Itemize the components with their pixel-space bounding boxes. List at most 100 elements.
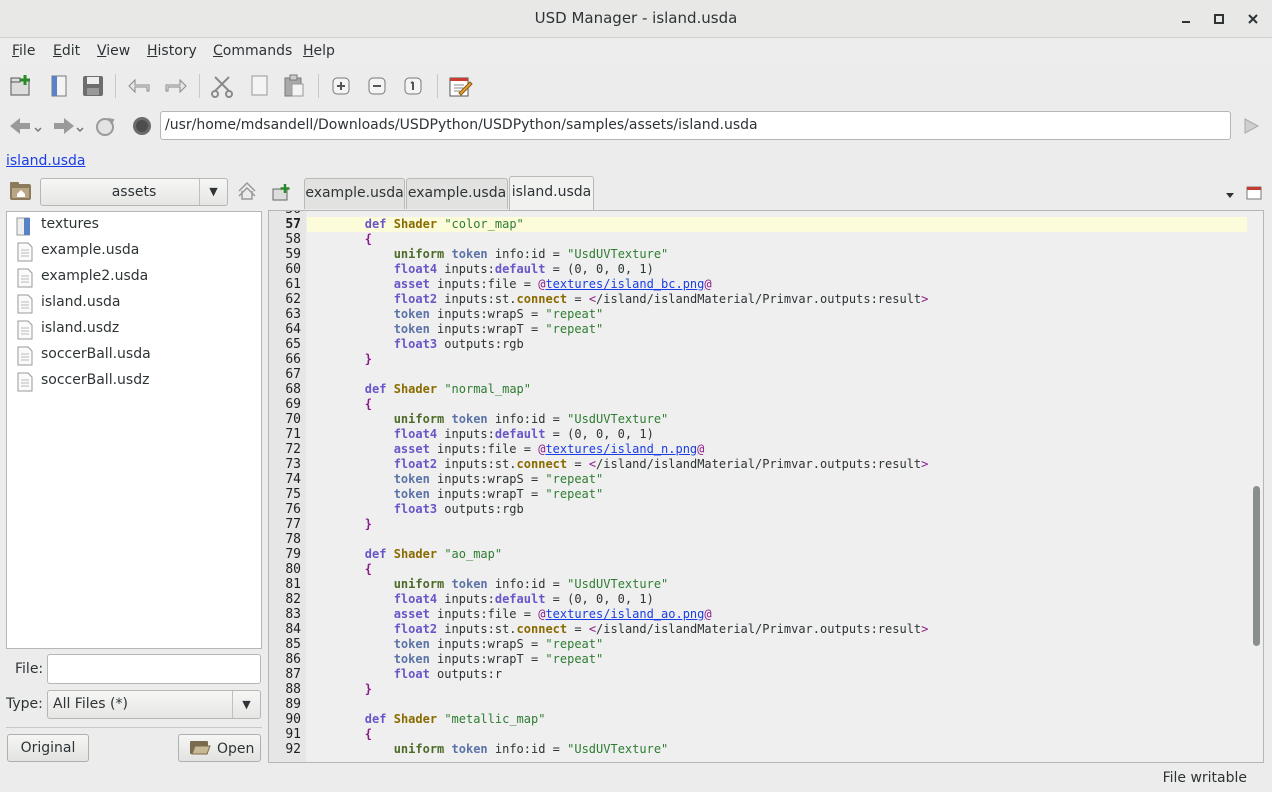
code-line[interactable]: 86 token inputs:wrapT = "repeat" (269, 652, 1247, 667)
list-item[interactable]: island.usdz (13, 317, 259, 343)
original-button[interactable]: Original (7, 734, 89, 762)
line-code: token inputs:wrapS = "repeat" (393, 472, 604, 486)
line-number: 59 (285, 247, 301, 262)
directory-select[interactable]: assets ▼ (40, 178, 228, 206)
undo-icon[interactable] (127, 73, 153, 99)
address-input[interactable]: /usr/home/mdsandell/Downloads/USDPython/… (160, 111, 1231, 140)
back-icon[interactable] (8, 116, 42, 138)
open-file-icon[interactable] (47, 73, 73, 99)
code-line[interactable]: 64 token inputs:wrapT = "repeat" (269, 322, 1247, 337)
save-icon[interactable] (80, 73, 106, 99)
list-item[interactable]: example.usda (13, 239, 259, 265)
tab-example-usda-2[interactable]: example.usda (406, 178, 508, 209)
edit-icon[interactable] (447, 73, 473, 99)
code-line[interactable]: 75 token inputs:wrapT = "repeat" (269, 487, 1247, 502)
code-line[interactable]: 91 { (269, 727, 1247, 742)
maximize-icon[interactable] (1208, 8, 1230, 30)
file-type-select[interactable]: All Files (*) ▼ (47, 690, 261, 719)
code-line[interactable]: 61 asset inputs:file = @textures/island_… (269, 277, 1247, 292)
menu-history[interactable]: History (147, 43, 197, 59)
close-icon[interactable] (1242, 8, 1264, 30)
line-number: 62 (285, 292, 301, 307)
parent-directory-icon[interactable] (236, 180, 258, 202)
code-line[interactable]: 72 asset inputs:file = @textures/island_… (269, 442, 1247, 457)
minimize-icon[interactable] (1175, 8, 1197, 30)
list-item[interactable]: soccerBall.usdz (13, 369, 259, 395)
code-line[interactable]: 59 uniform token info:id = "UsdUVTexture… (269, 247, 1247, 262)
tab-list-chevron-icon[interactable] (1224, 188, 1236, 198)
tab-island-usda[interactable]: island.usda (509, 176, 594, 210)
open-button-label: Open (217, 741, 255, 757)
code-line[interactable]: 67 (269, 367, 1247, 382)
code-line[interactable]: 80 { (269, 562, 1247, 577)
line-number: 80 (285, 562, 301, 577)
close-tab-icon[interactable] (1245, 184, 1263, 202)
scrollbar-thumb[interactable] (1253, 486, 1260, 646)
code-line[interactable]: 73 float2 inputs:st.connect = </island/i… (269, 457, 1247, 472)
code-line[interactable]: 92 uniform token info:id = "UsdUVTexture… (269, 742, 1247, 757)
zoom-in-icon[interactable] (328, 73, 354, 99)
code-line[interactable]: 68 def Shader "normal_map" (269, 382, 1247, 397)
code-line[interactable]: 57 def Shader "color_map" (269, 217, 1247, 232)
zoom-out-icon[interactable] (364, 73, 390, 99)
go-icon[interactable] (1241, 116, 1261, 138)
code-line[interactable]: 85 token inputs:wrapS = "repeat" (269, 637, 1247, 652)
forward-icon[interactable] (50, 116, 84, 138)
code-line[interactable]: 60 float4 inputs:default = (0, 0, 0, 1) (269, 262, 1247, 277)
line-number: 56 (269, 211, 301, 217)
code-line[interactable]: 89 (269, 697, 1247, 712)
new-tab-icon[interactable] (8, 73, 34, 99)
directory-label: assets (111, 184, 157, 200)
list-item[interactable]: example2.usda (13, 265, 259, 291)
menu-help[interactable]: Help (303, 43, 335, 59)
copy-icon[interactable] (246, 73, 272, 99)
code-line[interactable]: 90 def Shader "metallic_map" (269, 712, 1247, 727)
code-line[interactable]: 78 (269, 532, 1247, 547)
code-line[interactable]: 56 (269, 211, 1247, 217)
menu-edit[interactable]: Edit (53, 43, 80, 59)
code-line[interactable]: 83 asset inputs:file = @textures/island_… (269, 607, 1247, 622)
breadcrumb[interactable]: island.usda (6, 153, 86, 169)
tab-example-usda[interactable]: example.usda (304, 178, 405, 209)
refresh-icon[interactable] (94, 116, 116, 138)
code-editor[interactable]: 56 57 def Shader "color_map"58 {59 unifo… (268, 210, 1264, 763)
code-line[interactable]: 62 float2 inputs:st.connect = </island/i… (269, 292, 1247, 307)
code-line[interactable]: 84 float2 inputs:st.connect = </island/i… (269, 622, 1247, 637)
list-item[interactable]: soccerBall.usda (13, 343, 259, 369)
code-line[interactable]: 69 { (269, 397, 1247, 412)
file-name-input[interactable] (47, 654, 261, 684)
code-line[interactable]: 63 token inputs:wrapS = "repeat" (269, 307, 1247, 322)
stop-icon[interactable] (131, 116, 153, 138)
code-line[interactable]: 77 } (269, 517, 1247, 532)
menu-file[interactable]: File (12, 43, 35, 59)
menu-commands[interactable]: Commands (213, 43, 292, 59)
code-line[interactable]: 58 { (269, 232, 1247, 247)
list-item[interactable]: textures (13, 213, 259, 239)
code-line[interactable]: 66 } (269, 352, 1247, 367)
code-line[interactable]: 65 float3 outputs:rgb (269, 337, 1247, 352)
pane-splitter[interactable] (263, 176, 267, 770)
code-line[interactable]: 74 token inputs:wrapS = "repeat" (269, 472, 1247, 487)
list-item[interactable]: island.usda (13, 291, 259, 317)
zoom-reset-icon[interactable] (400, 73, 426, 99)
toolbar-separator (437, 74, 438, 98)
code-line[interactable]: 76 float3 outputs:rgb (269, 502, 1247, 517)
paste-icon[interactable] (281, 73, 307, 99)
code-line[interactable]: 82 float4 inputs:default = (0, 0, 0, 1) (269, 592, 1247, 607)
type-label: Type: (6, 696, 43, 712)
home-folder-icon[interactable] (9, 180, 33, 202)
menu-view[interactable]: View (97, 43, 130, 59)
cut-icon[interactable] (209, 73, 235, 99)
code-line[interactable]: 71 float4 inputs:default = (0, 0, 0, 1) (269, 427, 1247, 442)
file-list: textures example.usda example2.usda isla… (6, 211, 262, 649)
line-code: { (364, 727, 373, 741)
line-number: 70 (285, 412, 301, 427)
code-line[interactable]: 79 def Shader "ao_map" (269, 547, 1247, 562)
code-line[interactable]: 70 uniform token info:id = "UsdUVTexture… (269, 412, 1247, 427)
open-button[interactable]: Open (178, 734, 261, 762)
new-tab-icon[interactable] (272, 183, 292, 203)
code-line[interactable]: 87 float outputs:r (269, 667, 1247, 682)
code-line[interactable]: 81 uniform token info:id = "UsdUVTexture… (269, 577, 1247, 592)
redo-icon[interactable] (162, 73, 188, 99)
code-line[interactable]: 88 } (269, 682, 1247, 697)
